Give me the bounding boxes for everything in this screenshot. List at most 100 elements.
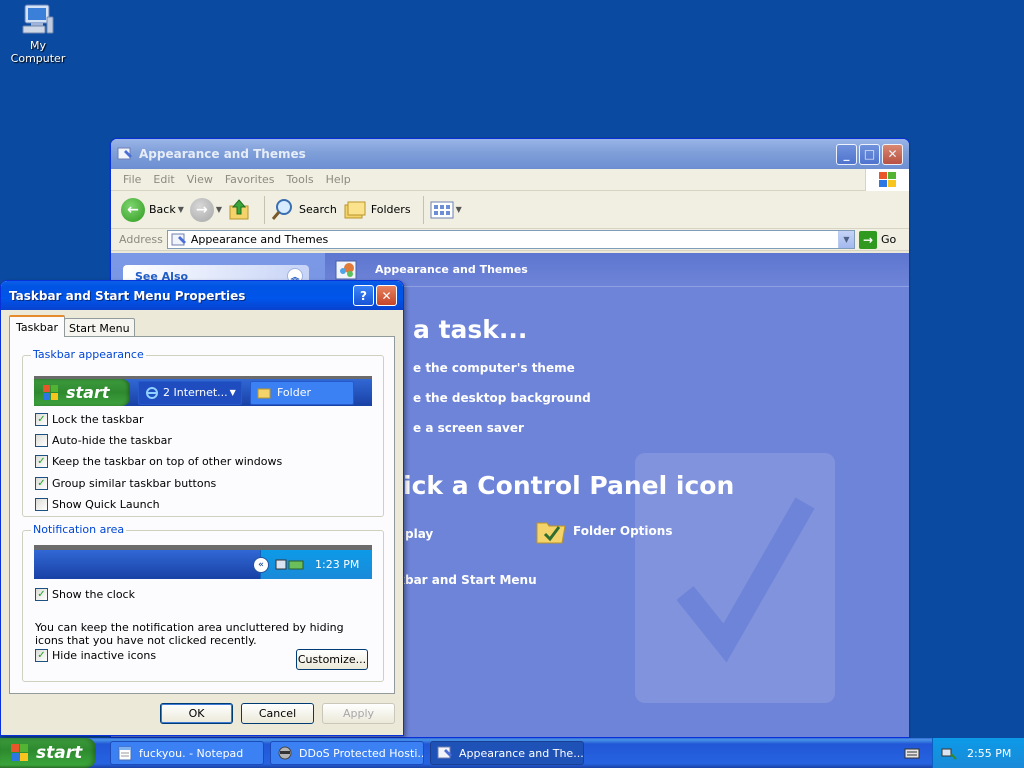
my-computer-icon: [22, 4, 54, 34]
task-link-theme[interactable]: e the computer's theme: [413, 361, 575, 375]
taskbar-notepad-label: fuckyou. - Notepad: [139, 746, 244, 760]
ok-button[interactable]: OK: [160, 703, 233, 724]
forward-arrow-icon: →: [189, 197, 214, 222]
menu-file[interactable]: File: [117, 173, 147, 186]
group-buttons-checkbox[interactable]: ✓ Group similar taskbar buttons: [35, 477, 216, 490]
category-title: Appearance and Themes: [375, 263, 528, 276]
forward-dropdown-icon[interactable]: ▼: [216, 205, 222, 214]
views-button[interactable]: ▼: [430, 200, 462, 220]
preview-start-label: start: [66, 383, 110, 402]
taskbar-tab-panel: Taskbar appearance start 2 Internet... ▼: [9, 336, 395, 694]
notification-preview: « 1:23 PM: [34, 545, 372, 579]
preview-group-arrow-icon: ▼: [229, 388, 236, 397]
checkbox-checked-icon: ✓: [35, 588, 48, 601]
search-button[interactable]: Search: [271, 198, 337, 222]
keep-on-top-checkbox[interactable]: ✓ Keep the taskbar on top of other windo…: [35, 455, 282, 468]
dialog-close-button[interactable]: ✕: [376, 285, 397, 306]
toolbar-separator: [264, 195, 266, 224]
address-bar: Address Appearance and Themes ▼ → Go: [111, 229, 909, 251]
cancel-button[interactable]: Cancel: [241, 703, 314, 724]
internet-explorer-icon: [146, 386, 158, 399]
taskbar: start fuckyou. - Notepad DDoS Protected …: [0, 738, 1024, 768]
pick-icon-heading: ick a Control Panel icon: [403, 471, 735, 500]
taskbar-button-appearance[interactable]: Appearance and The...: [430, 741, 584, 765]
checkbox-unchecked-icon: [35, 434, 48, 447]
taskbar-browser-label: DDoS Protected Hosti...: [299, 746, 424, 760]
cp-icon-folder-options[interactable]: Folder Options: [535, 517, 672, 545]
dialog-titlebar[interactable]: Taskbar and Start Menu Properties ? ✕: [1, 281, 403, 310]
taskbar-properties-dialog[interactable]: Taskbar and Start Menu Properties ? ✕ Ta…: [0, 280, 404, 736]
group-buttons-label: Group similar taskbar buttons: [52, 477, 217, 490]
back-dropdown-icon[interactable]: ▼: [178, 205, 184, 214]
cp-icon-display[interactable]: play: [405, 527, 433, 541]
keep-on-top-label: Keep the taskbar on top of other windows: [52, 455, 283, 468]
customize-button[interactable]: Customize...: [296, 649, 368, 670]
folder-options-label: Folder Options: [573, 524, 673, 538]
task-link-screensaver[interactable]: e a screen saver: [413, 421, 524, 435]
appearance-themes-icon: [171, 233, 186, 245]
go-arrow-icon: →: [859, 230, 877, 249]
menu-help[interactable]: Help: [320, 173, 357, 186]
hide-inactive-checkbox[interactable]: ✓ Hide inactive icons: [35, 649, 156, 662]
help-button[interactable]: ?: [353, 285, 374, 306]
start-label: start: [36, 743, 83, 763]
folder-icon: [257, 388, 271, 398]
my-computer-desktop-icon[interactable]: My Computer: [4, 2, 72, 65]
go-label: Go: [881, 233, 897, 246]
preview-ie-label: 2 Internet...: [163, 386, 228, 399]
menu-tools[interactable]: Tools: [281, 173, 320, 186]
close-button[interactable]: ✕: [882, 143, 903, 165]
appearance-themes-icon: [117, 147, 132, 160]
checkbox-checked-icon: ✓: [35, 413, 48, 426]
menu-favorites[interactable]: Favorites: [219, 173, 281, 186]
keyboard-icon[interactable]: [904, 746, 920, 760]
back-arrow-icon: ←: [121, 197, 145, 222]
lock-taskbar-checkbox[interactable]: ✓ Lock the taskbar: [35, 413, 144, 426]
system-tray: 2:55 PM: [932, 738, 1024, 768]
taskbar-appearance-legend: Taskbar appearance: [31, 348, 146, 361]
lock-taskbar-label: Lock the taskbar: [52, 413, 144, 426]
menu-view[interactable]: View: [181, 173, 219, 186]
show-clock-checkbox[interactable]: ✓ Show the clock: [35, 588, 135, 601]
address-label: Address: [119, 233, 163, 246]
folders-button[interactable]: Folders: [343, 198, 411, 222]
checkbox-checked-icon: ✓: [35, 477, 48, 490]
maximize-button[interactable]: □: [859, 143, 880, 165]
preview-tray: « 1:23 PM: [253, 550, 372, 579]
windows-flag-icon: [865, 169, 909, 191]
task-link-background[interactable]: e the desktop background: [413, 391, 591, 405]
cp-icon-taskbar[interactable]: kbar and Start Menu: [397, 573, 537, 587]
appearance-themes-icon: [437, 746, 452, 759]
go-button[interactable]: → Go: [859, 230, 909, 249]
taskbar-button-notepad[interactable]: fuckyou. - Notepad: [110, 741, 264, 765]
clock[interactable]: 2:55 PM: [967, 747, 1011, 760]
taskbar-button-browser[interactable]: DDoS Protected Hosti...: [270, 741, 424, 765]
views-dropdown-icon[interactable]: ▼: [456, 205, 462, 214]
address-field[interactable]: Appearance and Themes ▼: [166, 230, 855, 249]
taskbar-preview: start 2 Internet... ▼ Folder: [34, 376, 372, 406]
forward-button[interactable]: → ▼: [189, 197, 222, 222]
autohide-taskbar-checkbox[interactable]: Auto-hide the taskbar: [35, 434, 172, 447]
my-computer-label: My Computer: [10, 39, 66, 65]
tab-taskbar[interactable]: Taskbar: [9, 315, 65, 337]
preview-folder-button: Folder: [250, 380, 354, 405]
notepad-icon: [118, 746, 132, 761]
checkbox-unchecked-icon: [35, 498, 48, 511]
notification-help-text: You can keep the notification area unclu…: [35, 621, 344, 647]
windows-flag-icon: [43, 384, 58, 400]
start-button[interactable]: start: [0, 738, 96, 768]
dialog-title: Taskbar and Start Menu Properties: [9, 288, 246, 303]
tab-start-menu[interactable]: Start Menu: [64, 318, 135, 337]
search-icon: [271, 198, 293, 220]
explorer-titlebar[interactable]: Appearance and Themes _ □ ✕: [111, 139, 909, 169]
quick-launch-checkbox[interactable]: Show Quick Launch: [35, 498, 160, 511]
back-button[interactable]: ← Back ▼: [121, 197, 184, 222]
taskbar-appearance-group: Taskbar appearance start 2 Internet... ▼: [22, 348, 384, 517]
menu-edit[interactable]: Edit: [147, 173, 180, 186]
folders-icon: [344, 201, 366, 218]
network-icon[interactable]: [941, 745, 957, 761]
minimize-button[interactable]: _: [836, 143, 857, 165]
up-button[interactable]: [228, 198, 252, 222]
folder-up-icon: [229, 198, 249, 219]
address-dropdown-icon[interactable]: ▼: [838, 231, 854, 248]
